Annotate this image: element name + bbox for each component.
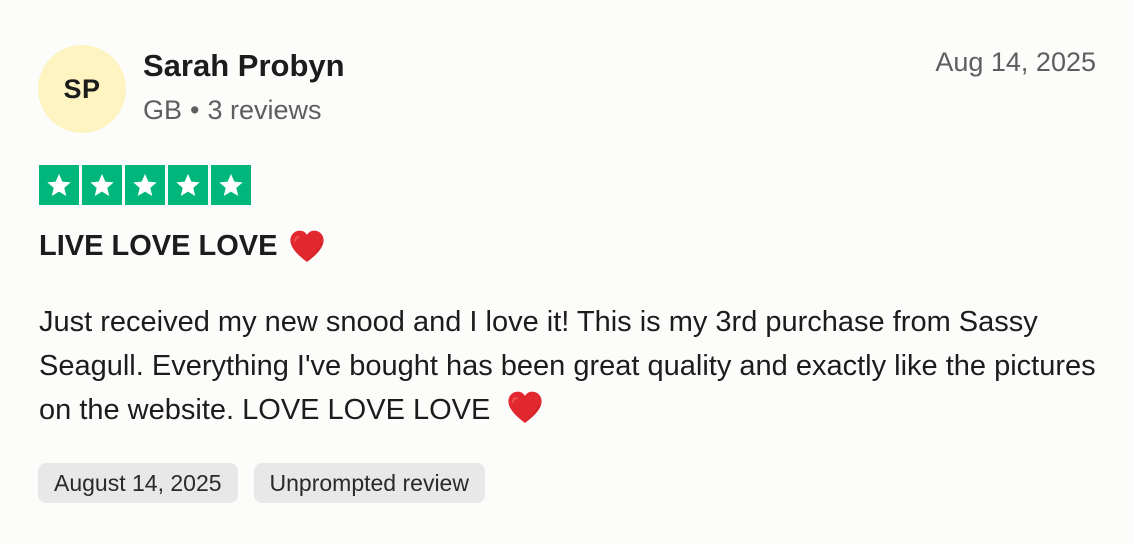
unprompted-review-chip[interactable]: Unprompted review bbox=[253, 463, 485, 503]
reviewer-review-count: 3 reviews bbox=[207, 95, 322, 125]
star-icon bbox=[125, 165, 165, 205]
review-body: Just received my new snood and I love it… bbox=[39, 300, 1109, 432]
review-body-text: Just received my new snood and I love it… bbox=[39, 306, 1096, 426]
red-heart-icon bbox=[508, 391, 543, 424]
star-icon bbox=[82, 165, 122, 205]
avatar-initials: SP bbox=[63, 73, 101, 104]
star-rating bbox=[39, 165, 251, 205]
meta-separator: • bbox=[190, 95, 200, 125]
review-title[interactable]: LIVE LOVE LOVE bbox=[39, 228, 326, 264]
experience-date-chip: August 14, 2025 bbox=[38, 463, 238, 503]
review-card: SP Sarah Probyn GB • 3 reviews Aug 14, 2… bbox=[0, 0, 1134, 544]
avatar[interactable]: SP bbox=[38, 45, 126, 133]
reviewer-country: GB bbox=[143, 95, 183, 125]
review-date: Aug 14, 2025 bbox=[935, 47, 1096, 77]
star-icon bbox=[39, 165, 79, 205]
reviewer-meta: GB • 3 reviews bbox=[143, 95, 322, 126]
reviewer-name[interactable]: Sarah Probyn bbox=[143, 48, 345, 84]
red-heart-icon bbox=[289, 230, 324, 263]
review-chips: August 14, 2025 Unprompted review bbox=[38, 463, 485, 503]
review-title-text: LIVE LOVE LOVE bbox=[39, 229, 278, 262]
star-icon bbox=[211, 165, 251, 205]
star-icon bbox=[168, 165, 208, 205]
